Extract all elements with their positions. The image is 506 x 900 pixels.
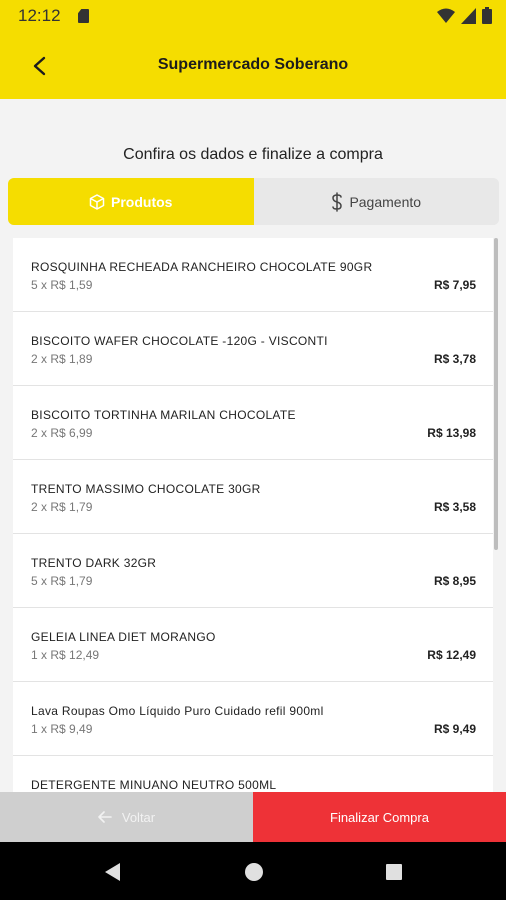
status-time: 12:12 [18,6,61,25]
list-item: GELEIA LINEA DIET MORANGO 1 x R$ 12,49 R… [13,608,493,682]
nav-home-icon[interactable] [242,860,266,884]
checkout-tabs: Produtos Pagamento [8,178,499,225]
item-name: GELEIA LINEA DIET MORANGO [31,630,216,644]
nav-recents-icon[interactable] [382,860,406,884]
nav-back-icon[interactable] [101,860,125,884]
list-item: TRENTO MASSIMO CHOCOLATE 30GR 2 x R$ 1,7… [13,460,493,534]
item-name: Lava Roupas Omo Líquido Puro Cuidado ref… [31,704,324,718]
dollar-icon [332,191,343,212]
app-bar: Supermercado Soberano [0,32,506,99]
item-total: R$ 3,78 [433,352,476,366]
tab-pagamento[interactable]: Pagamento [253,178,499,225]
list-item: TRENTO DARK 32GR 5 x R$ 1,79 R$ 8,95 [13,534,493,608]
status-icons [437,7,492,24]
list-scrollbar[interactable] [494,238,498,550]
item-name: BISCOITO TORTINHA MARILAN CHOCOLATE [31,408,296,422]
item-total: R$ 13,98 [427,426,476,440]
item-name: DETERGENTE MINUANO NEUTRO 500ML [31,778,277,792]
voltar-label: Voltar [121,809,156,825]
item-total: R$ 7,95 [433,278,476,292]
sim-card-icon [78,9,89,23]
tab-produtos-label: Produtos [111,193,173,210]
item-quantity-price: 2 x R$ 1,79 [31,500,93,514]
list-item: ROSQUINHA RECHEADA RANCHEIRO CHOCOLATE 9… [13,238,493,312]
item-total: R$ 12,49 [427,648,476,662]
battery-icon [482,7,492,24]
voltar-button[interactable]: Voltar [0,792,253,842]
item-name: TRENTO DARK 32GR [31,556,157,570]
item-quantity-price: 2 x R$ 1,89 [31,352,93,366]
item-name: ROSQUINHA RECHEADA RANCHEIRO CHOCOLATE 9… [31,260,373,274]
product-list: ROSQUINHA RECHEADA RANCHEIRO CHOCOLATE 9… [13,238,493,793]
item-name: BISCOITO WAFER CHOCOLATE -120G - VISCONT… [31,334,328,348]
list-item: BISCOITO WAFER CHOCOLATE -120G - VISCONT… [13,312,493,386]
checkout-subtitle: Confira os dados e finalize a compra [123,146,383,163]
list-item: DETERGENTE MINUANO NEUTRO 500ML [13,756,493,793]
signal-icon [461,7,476,24]
bottom-action-bar: Voltar Finalizar Compra [0,792,506,842]
item-total: R$ 3,58 [433,500,476,514]
system-nav-bar [0,842,506,900]
box-icon [89,193,105,210]
tab-produtos[interactable]: Produtos [8,178,254,225]
wifi-icon [437,8,455,23]
item-quantity-price: 5 x R$ 1,79 [31,574,93,588]
list-item: BISCOITO TORTINHA MARILAN CHOCOLATE 2 x … [13,386,493,460]
item-quantity-price: 2 x R$ 6,99 [31,426,93,440]
finalizar-compra-button[interactable]: Finalizar Compra [253,792,506,842]
item-total: R$ 8,95 [433,574,476,588]
tab-pagamento-label: Pagamento [349,193,422,210]
page-title: Supermercado Soberano [157,56,349,73]
item-quantity-price: 5 x R$ 1,59 [31,278,93,292]
item-quantity-price: 1 x R$ 12,49 [31,648,100,662]
item-total: R$ 9,49 [433,722,476,736]
status-bar: 12:12 [0,0,506,32]
arrow-left-icon [98,811,112,823]
item-quantity-price: 1 x R$ 9,49 [31,722,93,736]
finalizar-compra-label: Finalizar Compra [330,809,429,825]
item-name: TRENTO MASSIMO CHOCOLATE 30GR [31,482,261,496]
list-item: Lava Roupas Omo Líquido Puro Cuidado ref… [13,682,493,756]
